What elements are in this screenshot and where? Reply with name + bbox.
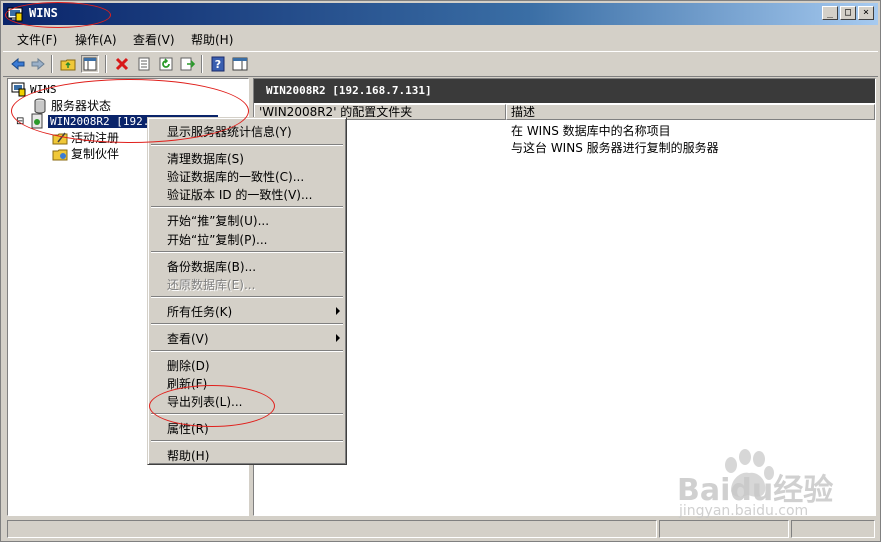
toolbar: ? xyxy=(3,51,878,77)
tree-item-replication-partners[interactable]: 复制伙伴 xyxy=(52,145,119,162)
properties-icon[interactable] xyxy=(135,55,153,73)
column-header-description[interactable]: 描述 xyxy=(506,104,875,120)
show-tree-icon[interactable] xyxy=(81,55,99,73)
tree-item-server-status[interactable]: 服务器状态 xyxy=(32,97,111,114)
status-pane-main xyxy=(7,520,657,538)
minimize-button[interactable]: _ xyxy=(822,6,838,20)
menu-item-restore-database: 还原数据库(E)... xyxy=(167,278,256,292)
menu-file[interactable]: 文件(F) xyxy=(17,31,57,48)
menu-item-view[interactable]: 查看(V) xyxy=(167,330,209,347)
tree-item-label: 活动注册 xyxy=(71,131,120,145)
details-header-title: WIN2008R2 [192.168.7.131] xyxy=(266,84,432,97)
status-pane-3 xyxy=(791,520,875,538)
close-button[interactable]: × xyxy=(858,6,874,20)
menu-item-delete[interactable]: 删除(D) xyxy=(167,357,210,374)
delete-icon[interactable] xyxy=(113,55,131,73)
watermark-url: jingyan.baidu.com xyxy=(679,503,809,519)
menu-item-show-statistics[interactable]: 显示服务器统计信息(Y) xyxy=(167,123,292,140)
menu-bar: 文件(F) 操作(A) 查看(V) 帮助(H) xyxy=(3,27,878,49)
submenu-arrow-icon xyxy=(336,307,340,315)
maximize-button[interactable]: □ xyxy=(840,6,856,20)
app-window: WINS _ □ × 文件(F) 操作(A) 查看(V) 帮助(H) ? WIN… xyxy=(0,0,881,542)
folder-icon xyxy=(52,149,68,160)
svg-text:?: ? xyxy=(215,58,221,71)
wins-app-icon xyxy=(7,7,23,22)
refresh-icon[interactable] xyxy=(157,55,175,73)
database-icon xyxy=(34,98,46,113)
menu-item-all-tasks[interactable]: 所有任务(K) xyxy=(167,303,232,320)
menu-item-export-list[interactable]: 导出列表(L)... xyxy=(167,393,243,410)
list-item-description[interactable]: 在 WINS 数据库中的名称项目 xyxy=(511,122,671,139)
context-menu: 显示服务器统计信息(Y) 清理数据库(S) 验证数据库的一致性(C)... 验证… xyxy=(147,117,347,465)
menu-item-scavenge-database[interactable]: 清理数据库(S) xyxy=(167,150,244,167)
export-list-icon[interactable] xyxy=(179,55,197,73)
submenu-arrow-icon xyxy=(336,334,340,342)
tree-item-active-registrations[interactable]: 活动注册 xyxy=(52,129,119,146)
tree-item-label: 复制伙伴 xyxy=(71,147,120,161)
menu-item-backup-database[interactable]: 备份数据库(B)... xyxy=(167,258,256,275)
menu-help[interactable]: 帮助(H) xyxy=(191,31,233,48)
menu-item-verify-version-id[interactable]: 验证版本 ID 的一致性(V)... xyxy=(167,186,312,203)
help-icon[interactable]: ? xyxy=(209,55,227,73)
menu-item-start-pull-replication[interactable]: 开始“拉”复制(P)... xyxy=(167,231,267,248)
menu-action[interactable]: 操作(A) xyxy=(75,31,117,48)
tree-root-label: WINS xyxy=(30,82,57,96)
folder-icon xyxy=(52,132,68,144)
up-folder-icon[interactable] xyxy=(59,55,77,73)
list-item-description[interactable]: 与这台 WINS 服务器进行复制的服务器 xyxy=(511,139,719,156)
forward-icon[interactable] xyxy=(29,55,47,73)
status-bar xyxy=(3,519,878,539)
title-bar[interactable]: WINS _ □ × xyxy=(3,3,878,25)
details-header: WIN2008R2 [192.168.7.131] xyxy=(254,79,875,103)
menu-item-properties[interactable]: 属性(R) xyxy=(167,420,209,437)
collapse-toggle[interactable]: ⊟ xyxy=(16,116,26,127)
window-title: WINS xyxy=(29,6,58,20)
tree-root[interactable]: WINS xyxy=(11,81,57,97)
wins-root-icon xyxy=(11,82,26,97)
menu-view[interactable]: 查看(V) xyxy=(133,31,175,48)
server-icon xyxy=(31,113,43,129)
show-hide-action-pane-icon[interactable] xyxy=(231,55,249,73)
menu-item-verify-consistency[interactable]: 验证数据库的一致性(C)... xyxy=(167,168,304,185)
menu-item-start-push-replication[interactable]: 开始“推”复制(U)... xyxy=(167,212,269,229)
menu-item-help[interactable]: 帮助(H) xyxy=(167,447,209,464)
menu-item-refresh[interactable]: 刷新(F) xyxy=(167,375,207,392)
back-icon[interactable] xyxy=(9,55,27,73)
status-pane-2 xyxy=(659,520,789,538)
tree-item-label: 服务器状态 xyxy=(51,99,112,113)
